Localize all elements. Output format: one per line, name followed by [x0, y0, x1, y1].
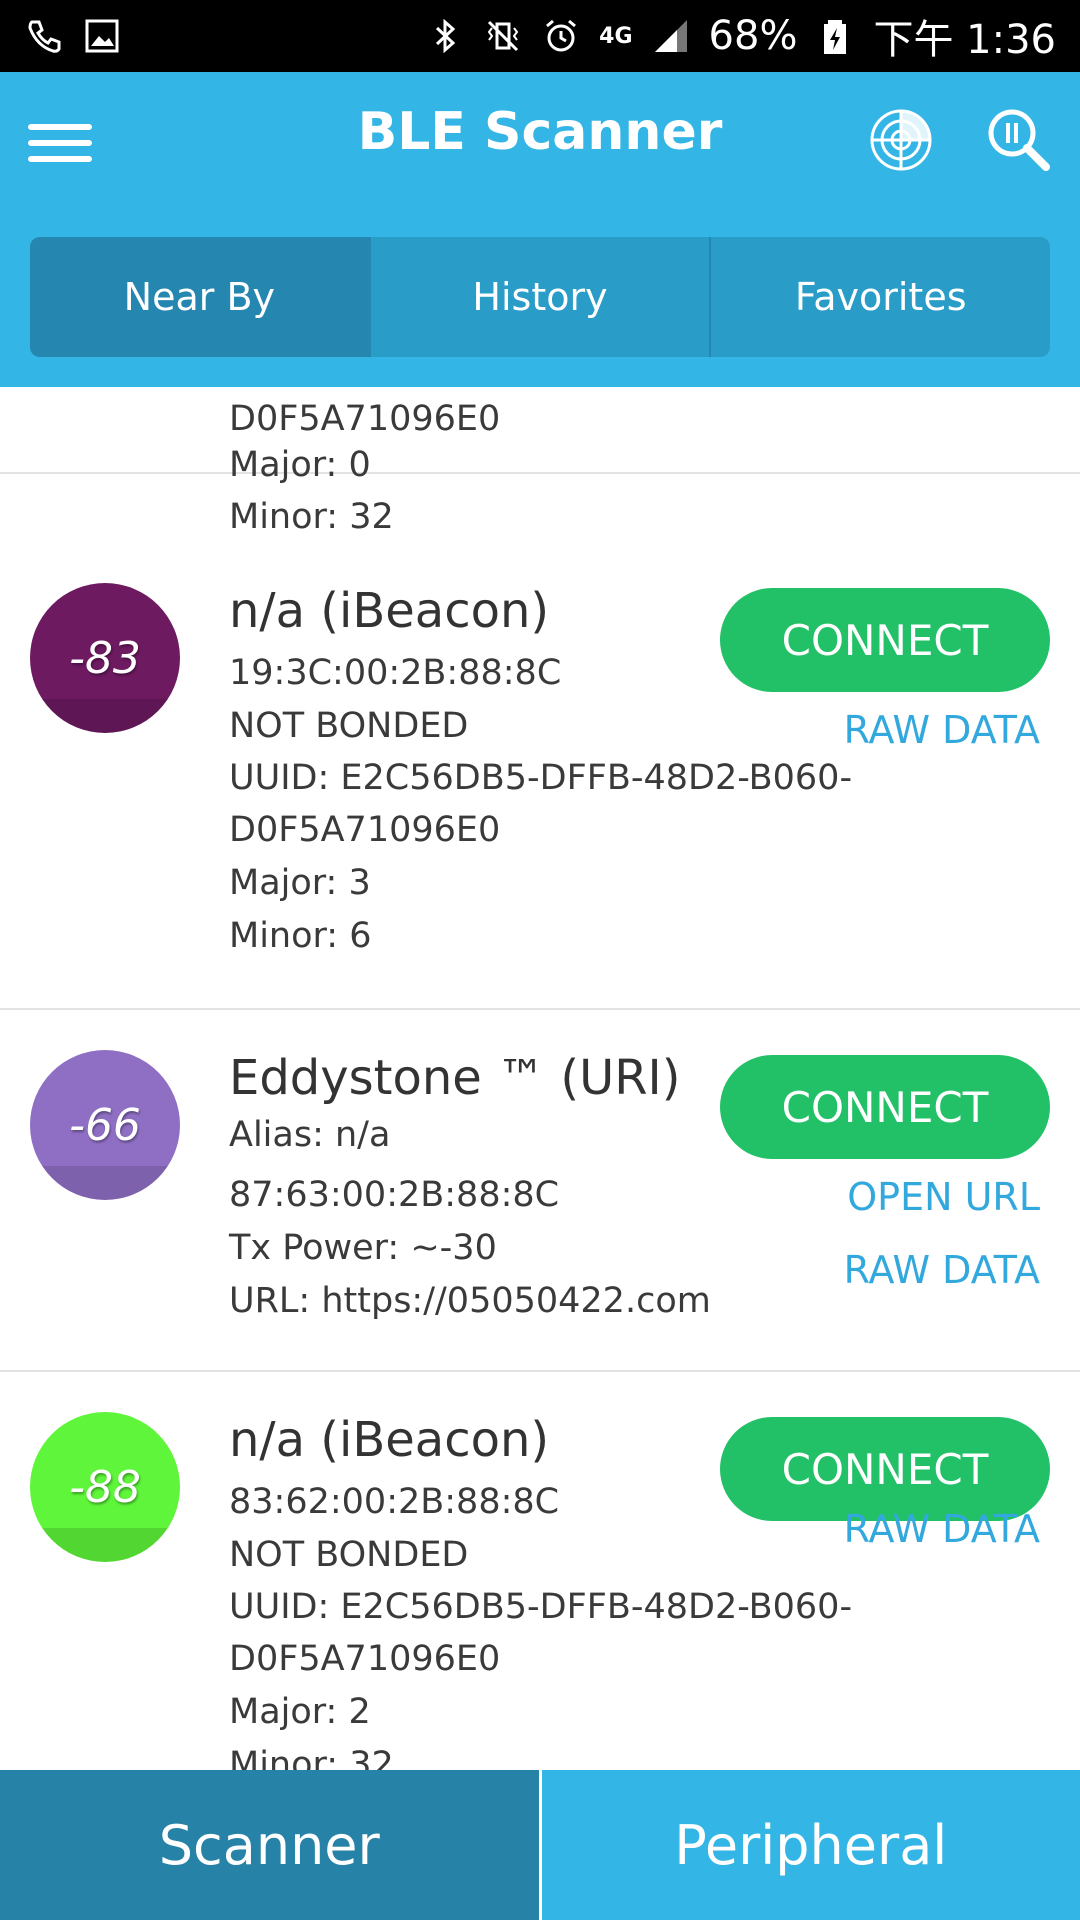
network-type: 4G	[599, 23, 633, 49]
rssi-badge: -83	[30, 583, 180, 733]
open-url-button[interactable]: OPEN URL	[847, 1175, 1040, 1219]
connect-button[interactable]: CONNECT	[720, 1417, 1050, 1521]
device-name: Eddystone ™ (URI)	[229, 1050, 681, 1106]
list-item[interactable]: -66 Eddystone ™ (URI) Alias: n/a 87:63:0…	[0, 1010, 1080, 1372]
list-item[interactable]: D0F5A71096E0 Major: 0 Minor: 32	[0, 387, 1080, 537]
clock: 下午 1:36	[873, 17, 1056, 63]
bond-state: NOT BONDED	[229, 1535, 469, 1575]
device-list[interactable]: D0F5A71096E0 Major: 0 Minor: 32 -83 n/a …	[0, 387, 1080, 1770]
battery-percent: 68%	[708, 13, 798, 59]
bond-state: NOT BONDED	[229, 706, 469, 746]
tab-bar: Near By History Favorites	[30, 237, 1050, 357]
scanner-tab[interactable]: Scanner	[0, 1770, 542, 1920]
device-name: n/a (iBeacon)	[229, 583, 550, 639]
rssi-value: -66	[69, 1099, 141, 1151]
connect-button[interactable]: CONNECT	[720, 1055, 1050, 1159]
battery-icon	[815, 16, 855, 56]
device-uuid: UUID: E2C56DB5-DFFB-48D2-B060-	[229, 1587, 853, 1627]
signal-icon	[651, 16, 691, 56]
device-major: Major: 2	[229, 1692, 371, 1732]
raw-data-button[interactable]: RAW DATA	[844, 1248, 1040, 1292]
device-minor: Minor: 6	[229, 916, 372, 956]
device-uuid-tail: D0F5A71096E0	[229, 399, 501, 439]
tab-favorites[interactable]: Favorites	[711, 237, 1050, 357]
menu-icon[interactable]	[28, 116, 92, 172]
device-major: Major: 0	[229, 445, 371, 485]
rssi-value: -83	[69, 632, 141, 684]
device-url: URL: https://05050422.com	[229, 1281, 711, 1321]
phone-icon	[24, 16, 64, 56]
search-pause-icon[interactable]	[986, 107, 1052, 173]
peripheral-tab[interactable]: Peripheral	[541, 1770, 1080, 1920]
rssi-value: -88	[69, 1461, 141, 1513]
raw-data-button[interactable]: RAW DATA	[844, 708, 1040, 752]
list-item[interactable]: -88 n/a (iBeacon) 83:62:00:2B:88:8C NOT …	[0, 1372, 1080, 1770]
device-address: 83:62:00:2B:88:8C	[229, 1482, 560, 1522]
rssi-badge: -66	[30, 1050, 180, 1200]
tab-near-by[interactable]: Near By	[30, 237, 371, 357]
device-address: 19:3C:00:2B:88:8C	[229, 653, 562, 693]
device-uuid-tail: D0F5A71096E0	[229, 810, 501, 850]
device-uuid-tail: D0F5A71096E0	[229, 1639, 501, 1679]
device-address: 87:63:00:2B:88:8C	[229, 1175, 560, 1215]
image-icon	[82, 16, 122, 56]
raw-data-button[interactable]: RAW DATA	[844, 1507, 1040, 1551]
device-major: Major: 3	[229, 863, 371, 903]
device-minor: Minor: 32	[229, 497, 394, 537]
device-minor: Minor: 32	[229, 1745, 394, 1770]
bluetooth-icon	[425, 16, 465, 56]
device-uuid: UUID: E2C56DB5-DFFB-48D2-B060-	[229, 758, 853, 798]
device-alias: Alias: n/a	[229, 1115, 391, 1155]
connect-button[interactable]: CONNECT	[720, 588, 1050, 692]
list-item[interactable]: -83 n/a (iBeacon) 19:3C:00:2B:88:8C NOT …	[0, 543, 1080, 1010]
status-bar: 4G 68% 下午 1:36	[0, 0, 1080, 72]
tx-power: Tx Power: ~-30	[229, 1228, 497, 1268]
rssi-badge: -88	[30, 1412, 180, 1562]
tab-history[interactable]: History	[371, 237, 712, 357]
device-name: n/a (iBeacon)	[229, 1412, 550, 1468]
bottom-nav: Scanner Peripheral	[0, 1770, 1080, 1920]
radar-icon[interactable]	[868, 107, 934, 173]
alarm-icon	[541, 16, 581, 56]
app-bar: BLE Scanner Near By History Favorites	[0, 72, 1080, 387]
vibrate-icon	[483, 16, 523, 56]
